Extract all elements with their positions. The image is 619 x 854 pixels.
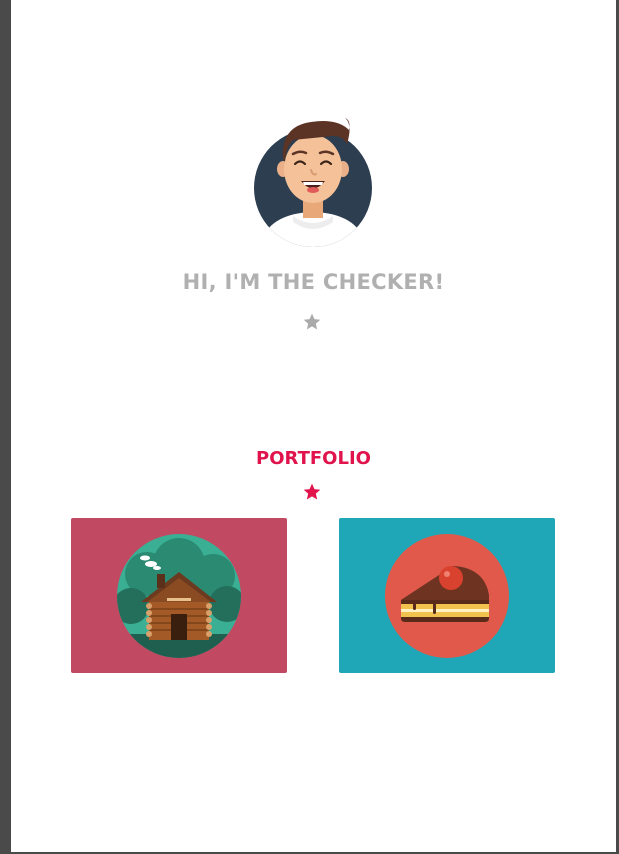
page: HI, I'M THE CHECKER! PORTFOLIO [11, 0, 616, 852]
portfolio-item-cabin[interactable] [71, 518, 287, 673]
portfolio-title: PORTFOLIO [256, 448, 371, 469]
cabin-icon [117, 534, 241, 658]
star-icon [303, 313, 321, 330]
cake-icon [385, 534, 509, 658]
avatar-icon [254, 118, 372, 247]
browser-frame: HI, I'M THE CHECKER! PORTFOLIO [0, 0, 619, 854]
star-icon [303, 483, 321, 500]
hero-title: HI, I'M THE CHECKER! [182, 270, 445, 294]
portfolio-item-cake[interactable] [339, 518, 555, 673]
